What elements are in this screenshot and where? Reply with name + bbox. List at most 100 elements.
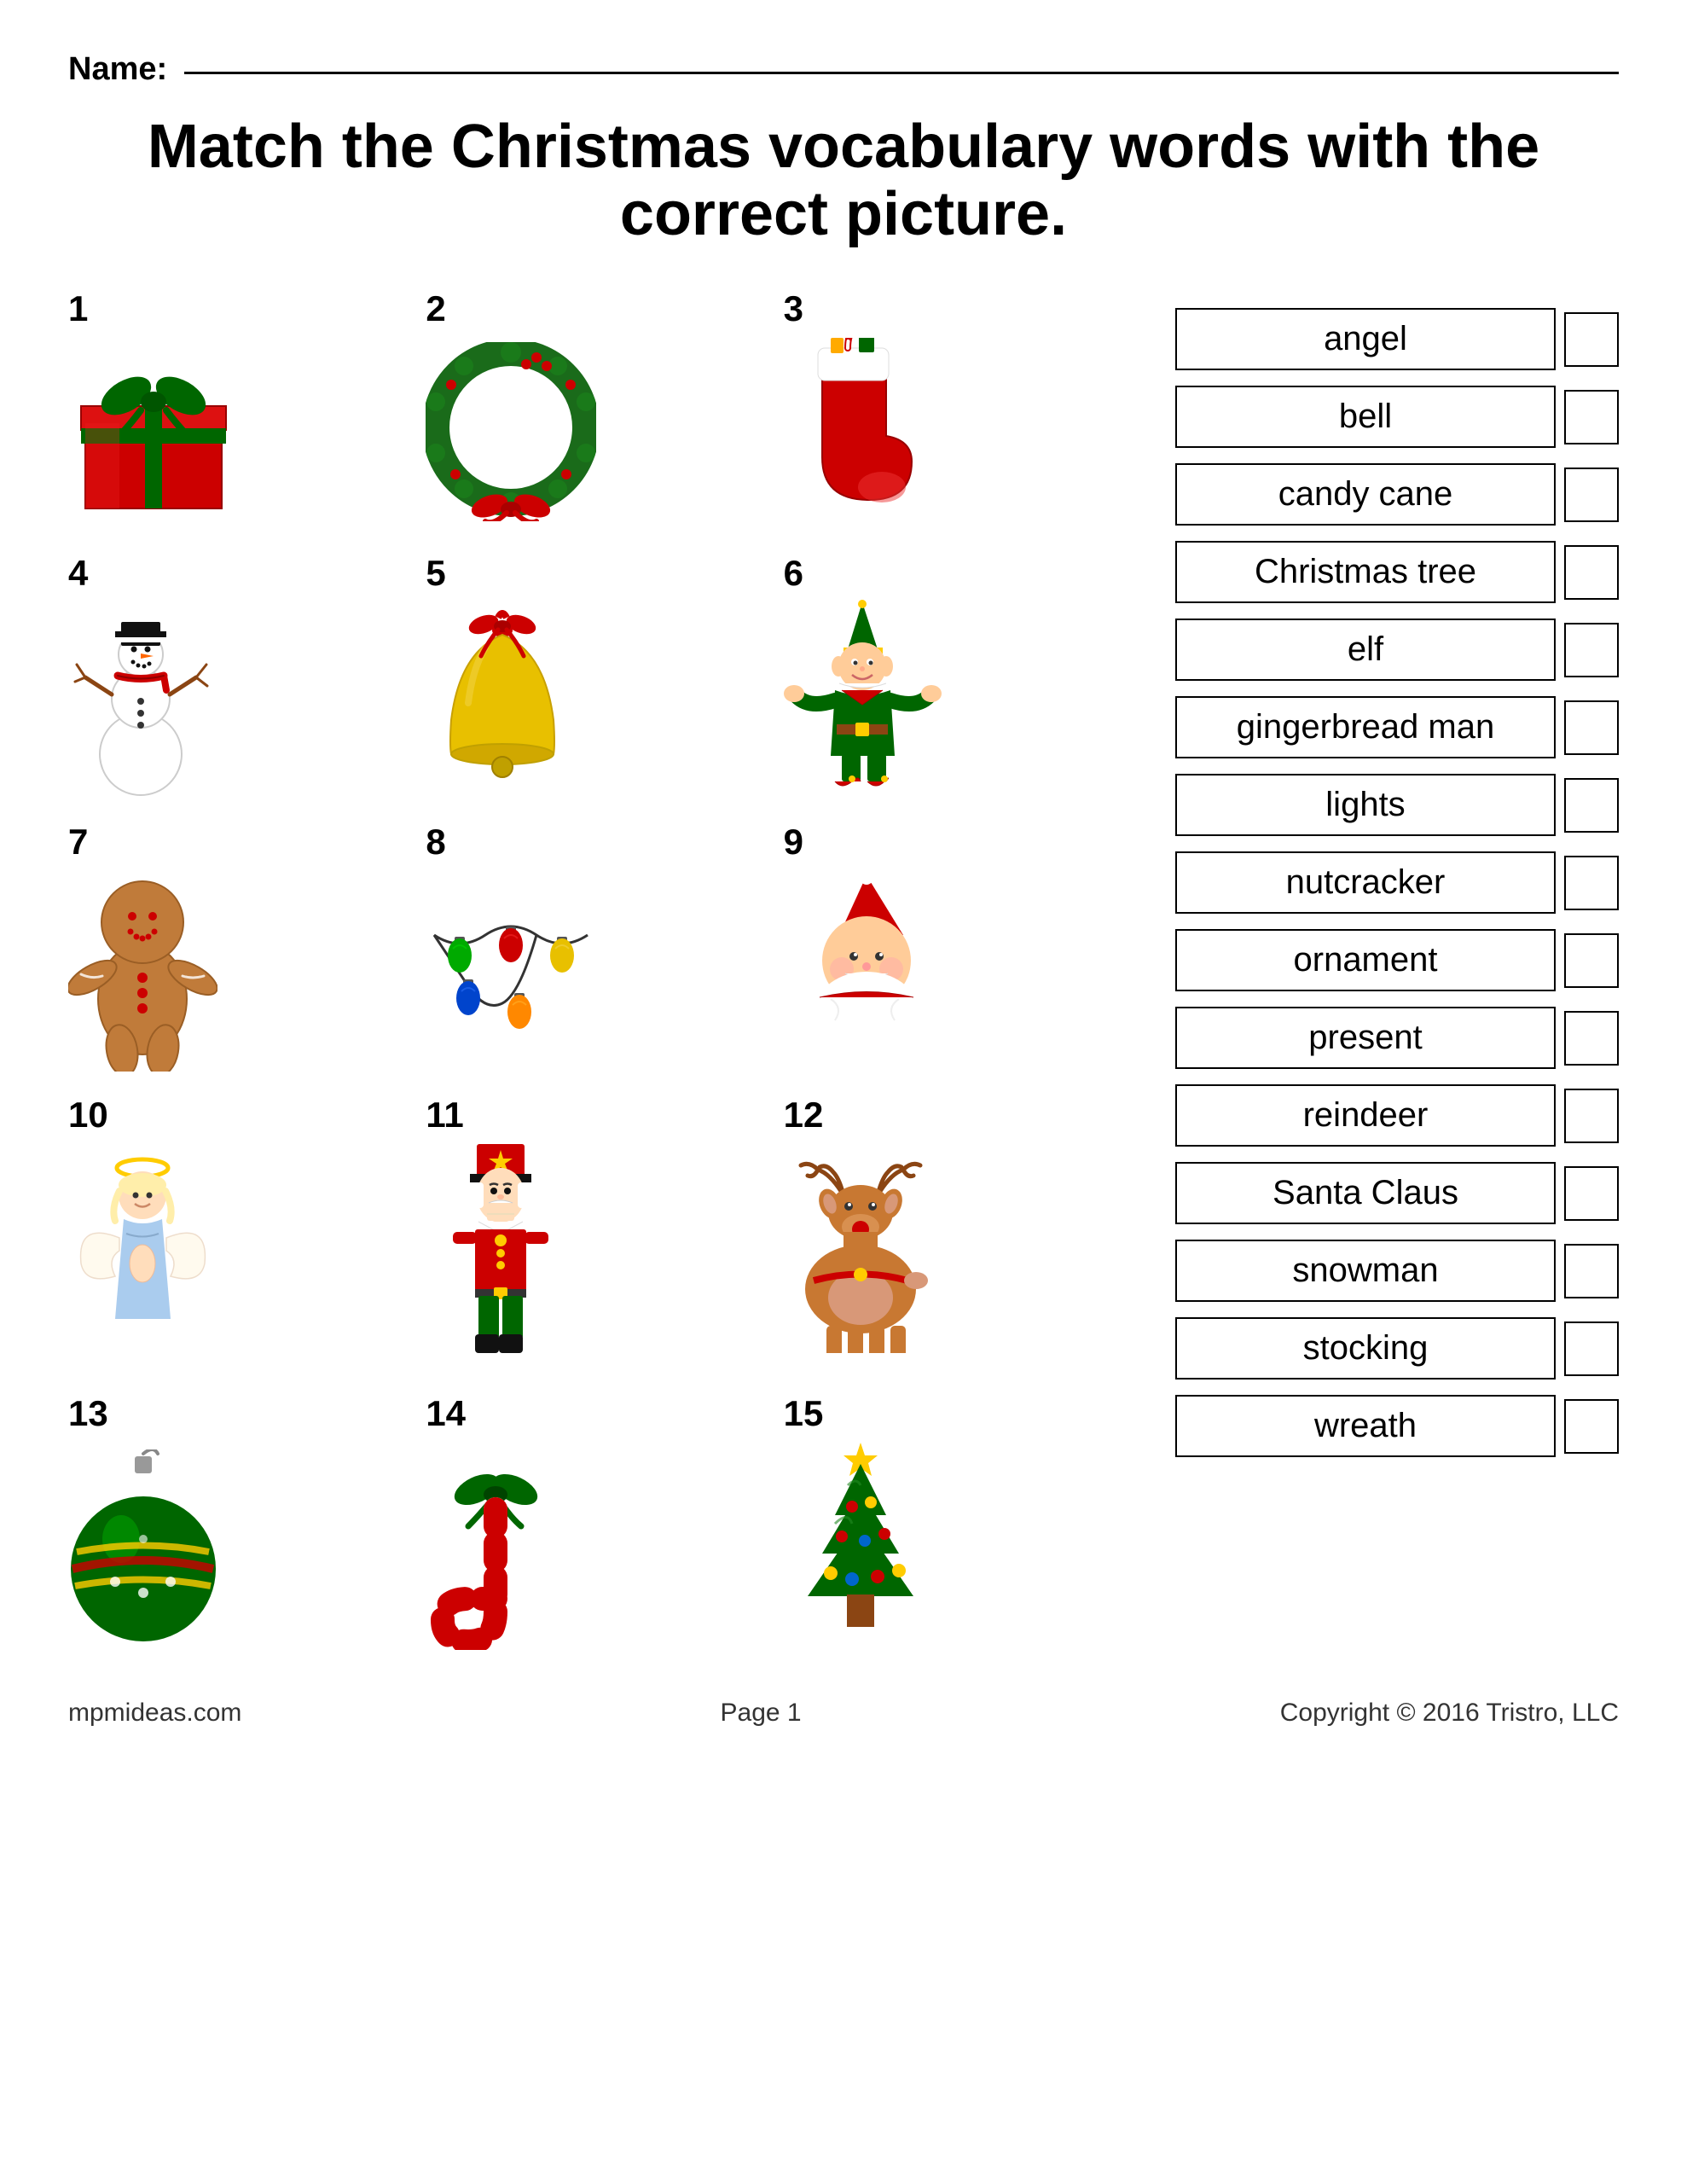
word-row-snowman: snowman: [1175, 1240, 1619, 1302]
item-number-4: 4: [68, 555, 88, 591]
answer-box-bell[interactable]: [1564, 390, 1619, 444]
grid-item-12: 12: [784, 1097, 1124, 1370]
grid-item-11: 11: [426, 1097, 766, 1370]
word-row-gingerbreadman: gingerbread man: [1175, 696, 1619, 758]
item-number-9: 9: [784, 824, 803, 860]
grid-item-5: 5: [426, 555, 766, 799]
grid-item-13: 13: [68, 1396, 409, 1656]
name-label: Name:: [68, 51, 167, 88]
bell-image: [426, 598, 579, 799]
answer-box-stocking[interactable]: [1564, 1321, 1619, 1376]
answer-box-gingerbreadman[interactable]: [1564, 700, 1619, 755]
name-line: Name:: [68, 51, 1619, 88]
grid-item-1: 1: [68, 291, 409, 530]
answer-box-angel[interactable]: [1564, 312, 1619, 367]
item-number-14: 14: [426, 1396, 466, 1432]
word-label-reindeer: reindeer: [1175, 1084, 1556, 1147]
snowman-image: [68, 598, 213, 799]
word-label-santaclaus: Santa Claus: [1175, 1162, 1556, 1224]
santa-image: [784, 867, 950, 1072]
word-row-santaclaus: Santa Claus: [1175, 1162, 1619, 1224]
word-label-stocking: stocking: [1175, 1317, 1556, 1380]
word-row-angel: angel: [1175, 308, 1619, 370]
item-number-5: 5: [426, 555, 445, 591]
word-row-ornament: ornament: [1175, 929, 1619, 991]
answer-box-present[interactable]: [1564, 1011, 1619, 1066]
grid-item-10: 10: [68, 1097, 409, 1370]
word-label-candycane: candy cane: [1175, 463, 1556, 526]
word-label-angel: angel: [1175, 308, 1556, 370]
word-row-wreath: wreath: [1175, 1395, 1619, 1457]
word-label-elf: elf: [1175, 619, 1556, 681]
word-row-present: present: [1175, 1007, 1619, 1069]
word-label-snowman: snowman: [1175, 1240, 1556, 1302]
item-number-12: 12: [784, 1097, 824, 1133]
grid-item-15: 15: [784, 1396, 1124, 1656]
item-number-7: 7: [68, 824, 88, 860]
word-row-lights: lights: [1175, 774, 1619, 836]
grid-item-14: 14: [426, 1396, 766, 1656]
present-image: [68, 334, 239, 530]
item-number-2: 2: [426, 291, 445, 327]
word-row-stocking: stocking: [1175, 1317, 1619, 1380]
footer: mpmideas.com Page 1 Copyright © 2016 Tri…: [68, 1699, 1619, 1728]
answer-box-candycane[interactable]: [1564, 468, 1619, 522]
ornament-image: [68, 1438, 217, 1656]
answer-box-reindeer[interactable]: [1564, 1089, 1619, 1143]
word-label-gingerbreadman: gingerbread man: [1175, 696, 1556, 758]
stocking-image: [784, 334, 929, 530]
word-row-nutcracker: nutcracker: [1175, 851, 1619, 914]
grid-item-6: 6: [784, 555, 1124, 799]
grid-item-8: 8: [426, 824, 766, 1072]
grid-item-2: 2: [426, 291, 766, 530]
answer-box-nutcracker[interactable]: [1564, 856, 1619, 910]
nutcracker-image: [426, 1140, 575, 1370]
grid-item-4: 4: [68, 555, 409, 799]
word-row-elf: elf: [1175, 619, 1619, 681]
christmastree-image: [784, 1438, 937, 1656]
word-row-bell: bell: [1175, 386, 1619, 448]
footer-copyright: Copyright © 2016 Tristro, LLC: [1280, 1699, 1619, 1728]
answer-box-santaclaus[interactable]: [1564, 1166, 1619, 1221]
item-number-6: 6: [784, 555, 803, 591]
elf-image: [784, 598, 942, 799]
footer-website: mpmideas.com: [68, 1699, 241, 1728]
item-number-8: 8: [426, 824, 445, 860]
item-number-13: 13: [68, 1396, 108, 1432]
grid-item-9: 9: [784, 824, 1124, 1072]
word-row-reindeer: reindeer: [1175, 1084, 1619, 1147]
words-section: angel bell candy cane Christmas tree elf…: [1175, 291, 1619, 1656]
image-grid: 1: [68, 291, 1124, 1656]
word-label-bell: bell: [1175, 386, 1556, 448]
item-number-15: 15: [784, 1396, 824, 1432]
gingerbreadman-image: [68, 867, 217, 1072]
footer-page: Page 1: [721, 1699, 802, 1728]
reindeer-image: [784, 1140, 963, 1370]
word-label-christmastree: Christmas tree: [1175, 541, 1556, 603]
name-underline: [184, 66, 1619, 74]
item-number-10: 10: [68, 1097, 108, 1133]
angel-image: [68, 1140, 217, 1370]
main-content: 1: [68, 291, 1619, 1656]
answer-box-wreath[interactable]: [1564, 1399, 1619, 1454]
answer-box-ornament[interactable]: [1564, 933, 1619, 988]
word-row-candycane: candy cane: [1175, 463, 1619, 526]
grid-item-7: 7: [68, 824, 409, 1072]
answer-box-elf[interactable]: [1564, 623, 1619, 677]
lights-image: [426, 867, 596, 1072]
pictures-section: 1: [68, 291, 1124, 1656]
item-number-1: 1: [68, 291, 88, 327]
word-label-wreath: wreath: [1175, 1395, 1556, 1457]
answer-box-snowman[interactable]: [1564, 1244, 1619, 1298]
word-label-present: present: [1175, 1007, 1556, 1069]
word-row-christmastree: Christmas tree: [1175, 541, 1619, 603]
word-label-ornament: ornament: [1175, 929, 1556, 991]
word-label-nutcracker: nutcracker: [1175, 851, 1556, 914]
item-number-3: 3: [784, 291, 803, 327]
wreath-image: [426, 334, 596, 530]
candycane-image: [426, 1438, 566, 1656]
answer-box-lights[interactable]: [1564, 778, 1619, 833]
answer-box-christmastree[interactable]: [1564, 545, 1619, 600]
item-number-11: 11: [426, 1097, 463, 1133]
grid-item-3: 3: [784, 291, 1124, 530]
